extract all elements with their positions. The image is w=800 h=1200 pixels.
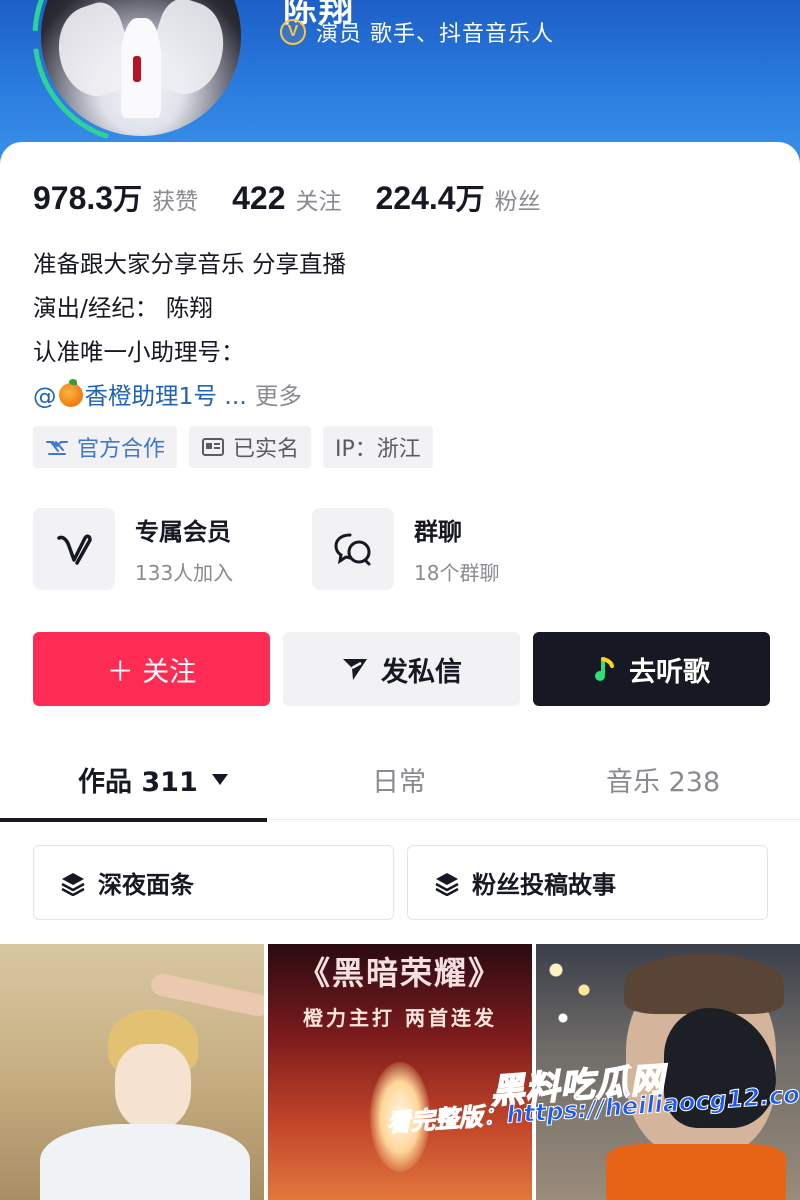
stat-fans-label: 粉丝 bbox=[494, 189, 541, 215]
verified-badge-icon: V bbox=[280, 19, 306, 45]
stat-likes-label: 获赞 bbox=[152, 189, 199, 215]
official-cooperation-label: 官方合作 bbox=[77, 437, 166, 462]
listen-music-label: 去听歌 bbox=[629, 656, 710, 688]
video-thumbnail[interactable] bbox=[536, 944, 800, 1200]
video-thumbnail[interactable] bbox=[0, 944, 264, 1200]
official-cooperation-tag[interactable]: 官方合作 bbox=[33, 426, 178, 468]
thumbnail-subtitle: 橙力主打 两首连发 bbox=[303, 1006, 497, 1030]
ip-location-tag: IP：浙江 bbox=[323, 426, 433, 468]
collection-label: 深夜面条 bbox=[98, 871, 194, 899]
video-thumbnail[interactable]: 《黑暗荣耀》 橙力主打 两首连发 bbox=[268, 944, 532, 1200]
collections-row: 深夜面条 粉丝投稿故事 bbox=[33, 845, 768, 920]
stat-likes[interactable]: 978.3 万 获赞 bbox=[33, 176, 198, 218]
mention-link[interactable]: @ 香橙助理1号 ... bbox=[33, 379, 247, 410]
group-chat-count: 18个群聊 bbox=[414, 561, 500, 585]
message-button-label: 发私信 bbox=[381, 656, 462, 688]
realname-label: 已实名 bbox=[233, 437, 300, 462]
listen-music-button[interactable]: 去听歌 bbox=[533, 632, 770, 706]
follow-button[interactable]: ＋ 关注 bbox=[33, 632, 270, 706]
collection-label: 粉丝投稿故事 bbox=[472, 871, 616, 899]
group-chat-title: 群聊 bbox=[414, 518, 462, 546]
tab-daily[interactable]: 日常 bbox=[372, 738, 426, 820]
collection-item[interactable]: 深夜面条 bbox=[33, 845, 394, 920]
realname-tag: 已实名 bbox=[189, 426, 312, 468]
handshake-icon bbox=[46, 441, 68, 455]
stat-following[interactable]: 422 关注 bbox=[232, 180, 341, 217]
content-tabs: 作品 311 日常 音乐 238 bbox=[0, 738, 800, 820]
layers-icon bbox=[435, 872, 459, 896]
active-tab-indicator bbox=[0, 818, 267, 822]
action-buttons: ＋ 关注 发私信 去听歌 bbox=[33, 632, 770, 706]
collection-item[interactable]: 粉丝投稿故事 bbox=[407, 845, 768, 920]
verification-text: 演员 歌手、抖音音乐人 bbox=[316, 22, 554, 47]
send-icon bbox=[343, 659, 367, 680]
bio-line-3: 认准唯一小助理号： bbox=[33, 338, 245, 366]
stat-likes-number: 978.3 bbox=[33, 180, 114, 216]
thumbnail-title: 《黑暗荣耀》 bbox=[297, 954, 502, 992]
group-chat-entry[interactable]: 群聊 18个群聊 bbox=[312, 508, 549, 590]
video-grid: 《黑暗荣耀》 橙力主打 两首连发 bbox=[0, 944, 800, 1200]
orange-icon bbox=[58, 379, 83, 407]
stats-row: 978.3 万 获赞 422 关注 224.4 万 粉丝 bbox=[33, 176, 575, 218]
tab-music[interactable]: 音乐 238 bbox=[606, 738, 720, 820]
stat-following-label: 关注 bbox=[295, 189, 342, 215]
bio-line-1: 准备跟大家分享音乐 分享直播 bbox=[33, 250, 346, 278]
bio-line-2: 演出/经纪： 陈翔 bbox=[33, 294, 213, 322]
mention-prefix: @ bbox=[33, 382, 57, 410]
stat-fans-number: 224.4 bbox=[375, 180, 456, 216]
bio: 准备跟大家分享音乐 分享直播 演出/经纪： 陈翔 认准唯一小助理号： @ 香橙助理… bbox=[33, 242, 346, 418]
stat-likes-unit: 万 bbox=[113, 182, 143, 216]
avatar[interactable] bbox=[30, 0, 252, 147]
vip-membership-count: 133人加入 bbox=[135, 561, 234, 585]
profile-tags: 官方合作 已实名 IP：浙江 bbox=[33, 426, 433, 468]
message-button[interactable]: 发私信 bbox=[283, 632, 520, 706]
music-note-icon bbox=[595, 657, 614, 681]
vip-icon bbox=[33, 508, 115, 590]
stat-fans[interactable]: 224.4 万 粉丝 bbox=[375, 176, 540, 218]
vip-membership-title: 专属会员 bbox=[135, 518, 231, 546]
stat-fans-unit: 万 bbox=[455, 182, 485, 216]
mention-name: 香橙助理1号 ... bbox=[84, 382, 247, 410]
caret-down-icon bbox=[211, 773, 228, 785]
tab-works-label: 作品 311 bbox=[78, 766, 198, 798]
bio-more-button[interactable]: 更多 bbox=[255, 382, 302, 410]
stat-following-number: 422 bbox=[232, 180, 286, 216]
tab-works[interactable]: 作品 311 bbox=[78, 738, 228, 820]
vip-membership-entry[interactable]: 专属会员 133人加入 bbox=[33, 508, 270, 590]
profile-card: 978.3 万 获赞 422 关注 224.4 万 粉丝 准备跟大家分享音乐 分… bbox=[0, 142, 800, 1200]
verification-row: V 演员 歌手、抖音音乐人 bbox=[280, 16, 554, 48]
bio-line-4: @ 香橙助理1号 ... 更多 bbox=[33, 374, 346, 418]
feature-entries: 专属会员 133人加入 群聊 18个群聊 bbox=[33, 508, 549, 590]
group-chat-icon bbox=[312, 508, 394, 590]
layers-icon bbox=[61, 872, 85, 896]
id-card-icon bbox=[202, 438, 225, 456]
